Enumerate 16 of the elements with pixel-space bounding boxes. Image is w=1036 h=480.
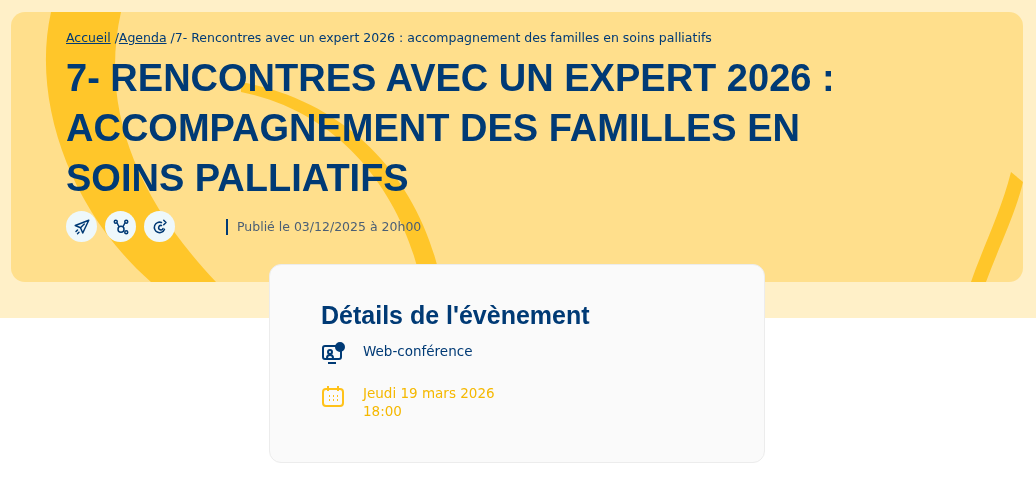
details-heading: Détails de l'évènement — [321, 301, 591, 330]
event-date: 18:00 — [363, 402, 403, 420]
breadcrumb-link[interactable]: Agenda — [118, 30, 167, 45]
breadcrumb-separator: / — [114, 30, 119, 45]
calendar-icon — [321, 384, 345, 408]
publication-date: Publié le 03/12/2025 à 20h00 — [226, 218, 422, 235]
network-icon — [111, 217, 130, 236]
event-date: Jeudi 19 mars 2026 — [363, 384, 495, 402]
breadcrumb-separator: / — [170, 30, 175, 45]
event-format: Web-conférence — [363, 342, 473, 360]
breadcrumb-link[interactable]: Accueil — [66, 30, 111, 45]
page-title: 7- RENCONTRES AVEC UN EXPERT 2026 : ACCOMPAGNEMENT DES FAMILLES EN SOINS PALLIATIFS — [66, 56, 836, 201]
breadcrumb-current: 7- Rencontres avec un expert 2026 : accompagnement des familles en soins palliatifs — [174, 30, 712, 45]
video-conference-icon — [321, 342, 345, 366]
paper-plane-icon — [72, 217, 91, 236]
share-button[interactable] — [66, 211, 97, 242]
